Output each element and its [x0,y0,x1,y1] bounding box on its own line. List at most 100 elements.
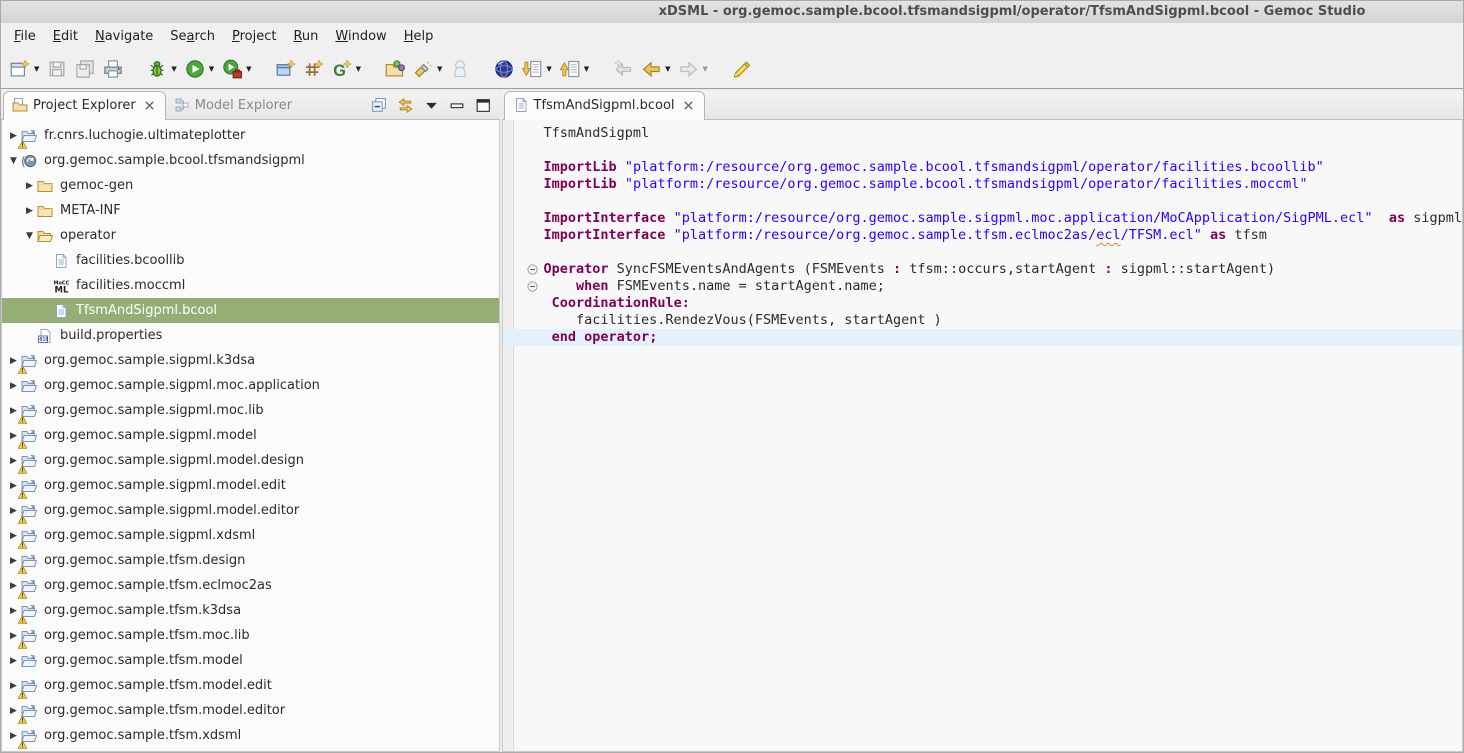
new-table-button[interactable] [301,56,327,82]
tree-item[interactable]: 010build.properties [2,323,499,348]
tree-item-label: org.gemoc.sample.bcool.tfsmandsigpml [44,153,305,168]
tree-item[interactable]: ▶org.gemoc.sample.sigpml.xdsml [2,523,499,548]
code-line[interactable]: ImportInterface "platform:/resource/org.… [503,210,1462,227]
chevron-right-icon[interactable]: ▶ [6,656,21,666]
open-type-button[interactable] [382,56,408,82]
tree-item[interactable]: ▶org.gemoc.sample.tfsm.eclmoc2as [2,573,499,598]
minimize-icon[interactable] [449,97,466,114]
dropdown-arrow-icon[interactable]: ▼ [436,65,445,73]
chevron-down-icon[interactable]: ▼ [22,231,37,241]
tree-item[interactable]: ▶gemoc-gen [2,173,499,198]
search-button[interactable] [410,56,436,82]
tree-item[interactable]: ▶org.gemoc.sample.sigpml.model.edit [2,473,499,498]
chevron-right-icon[interactable]: ▶ [22,181,37,191]
tree-item[interactable]: ▶org.gemoc.sample.tfsm.model.edit [2,673,499,698]
maximize-icon[interactable] [475,97,492,114]
menu-edit[interactable]: Edit [46,26,85,47]
project-open-icon [21,703,38,719]
debug-button[interactable] [144,56,170,82]
highlighter-button[interactable] [729,56,755,82]
open-web-browser-button[interactable] [491,56,517,82]
next-annotation-button[interactable] [519,56,545,82]
dropdown-arrow-icon[interactable]: ▼ [33,65,42,73]
new-wizard-button[interactable] [7,56,33,82]
chevron-down-icon[interactable]: ▼ [6,156,21,166]
tree-item[interactable]: ▶org.gemoc.sample.sigpml.model.editor [2,498,499,523]
code-line[interactable] [503,244,1462,261]
save-button[interactable] [44,56,70,82]
code-line[interactable]: end operator; [503,329,1462,346]
code-line[interactable]: facilities.RendezVous(FSMEvents, startAg… [503,312,1462,329]
new-modeling-project-button[interactable] [273,56,299,82]
dropdown-arrow-icon[interactable]: ▼ [245,65,254,73]
previous-annotation-button[interactable] [557,56,583,82]
chevron-right-icon[interactable]: ▶ [6,381,21,391]
code-editor[interactable]: TfsmAndSigpml ImportLib "platform:/resour… [502,120,1463,752]
tree-item[interactable]: ▼(org.gemoc.sample.bcool.tfsmandsigpml [2,148,499,173]
dropdown-arrow-icon[interactable]: ▼ [170,65,179,73]
dropdown-arrow-icon[interactable]: ▼ [208,65,217,73]
close-icon[interactable] [682,99,695,112]
view-menu-icon[interactable] [423,97,440,114]
code-line[interactable]: when FSMEvents.name = startAgent.name; [503,278,1462,295]
code-line[interactable]: Operator SyncFSMEventsAndAgents (FSMEven… [503,261,1462,278]
run-button[interactable] [182,56,208,82]
dropdown-arrow-icon[interactable]: ▼ [702,65,711,73]
dropdown-arrow-icon[interactable]: ▼ [545,65,554,73]
code-line[interactable]: TfsmAndSigpml [503,125,1462,142]
tree-item[interactable]: MoCCMLfacilities.moccml [2,273,499,298]
chevron-right-icon[interactable]: ▶ [22,206,37,216]
code-token: end operator; [552,329,658,345]
dropdown-arrow-icon[interactable]: ▼ [355,65,364,73]
tree-item[interactable]: ▶org.gemoc.sample.sigpml.model [2,423,499,448]
menu-run[interactable]: Run [286,26,325,47]
fold-minus-icon[interactable] [527,281,538,292]
link-with-editor-icon[interactable] [397,97,414,114]
tree-item[interactable]: ▶org.gemoc.sample.sigpml.moc.application [2,373,499,398]
print-button[interactable] [100,56,126,82]
code-line[interactable] [503,142,1462,159]
back-button[interactable] [638,56,664,82]
tree-item[interactable]: ▶org.gemoc.sample.tfsm.design [2,548,499,573]
tab-project-explorer[interactable]: Project Explorer [3,91,166,120]
menu-project[interactable]: Project [225,26,284,47]
code-line[interactable] [503,193,1462,210]
menu-help[interactable]: Help [397,26,441,47]
tree-item[interactable]: ▶org.gemoc.sample.tfsm.xdsml [2,723,499,748]
tree-item[interactable]: TfsmAndSigpml.bcool [2,298,499,323]
collapse-all-icon[interactable] [371,97,388,114]
menu-navigate[interactable]: Navigate [88,26,160,47]
back-tool: ▼ [638,56,673,82]
tree-item[interactable]: ▶META-INF [2,198,499,223]
tab-editor-tfsmandsigpml[interactable]: TfsmAndSigpml.bcool [504,91,705,120]
tab-model-explorer[interactable]: Model Explorer [166,92,301,119]
tree-item[interactable]: ▶org.gemoc.sample.sigpml.model.design [2,448,499,473]
tree-item[interactable]: ▶org.gemoc.sample.tfsm.k3dsa [2,598,499,623]
run-external-button[interactable] [219,56,245,82]
forward-button[interactable] [676,56,702,82]
save-all-button[interactable] [72,56,98,82]
tree-item[interactable]: ▶org.gemoc.sample.tfsm.moc.lib [2,623,499,648]
menu-window[interactable]: Window [328,26,393,47]
dropdown-arrow-icon[interactable]: ▼ [583,65,592,73]
model-explorer-icon [174,97,190,113]
code-line[interactable]: ImportInterface "platform:/resource/org.… [503,227,1462,244]
close-icon[interactable] [143,99,156,112]
menu-file[interactable]: File [7,26,43,47]
last-edit-location-button[interactable] [610,56,636,82]
tree-item[interactable]: ▼operator [2,223,499,248]
tree-item[interactable]: ▶fr.cnrs.luchogie.ultimateplotter [2,123,499,148]
tree-item[interactable]: ▶org.gemoc.sample.sigpml.moc.lib [2,398,499,423]
menu-search[interactable]: Search [163,26,222,47]
fold-minus-icon[interactable] [527,264,538,275]
tree-item[interactable]: ▶org.gemoc.sample.tfsm.model.editor [2,698,499,723]
tree-item[interactable]: facilities.bcoollib [2,248,499,273]
tree-item[interactable]: ▶org.gemoc.sample.tfsm.model [2,648,499,673]
code-line[interactable]: CoordinationRule: [503,295,1462,312]
dropdown-arrow-icon[interactable]: ▼ [664,65,673,73]
tree-item[interactable]: ▶org.gemoc.sample.sigpml.k3dsa [2,348,499,373]
mark-occurrences-button[interactable] [447,56,473,82]
code-line[interactable]: ImportLib "platform:/resource/org.gemoc.… [503,176,1462,193]
code-line[interactable]: ImportLib "platform:/resource/org.gemoc.… [503,159,1462,176]
new-class-g-button[interactable]: G [329,56,355,82]
